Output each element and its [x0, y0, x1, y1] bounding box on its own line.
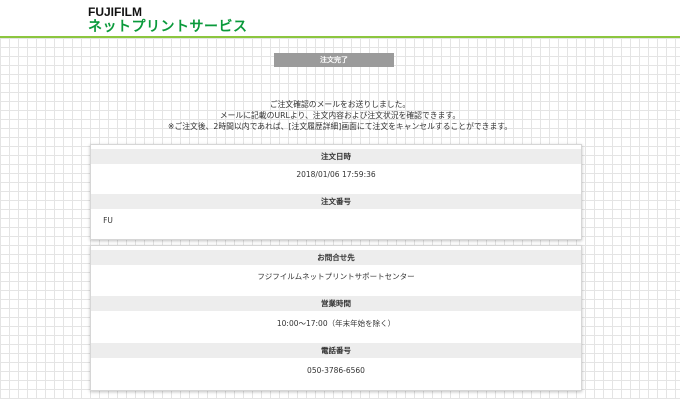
notice-line-3: ※ご注文後、2時間以内であれば、[注文履歴詳細]画面にて注文をキャンセルすること…	[167, 121, 513, 131]
order-number-label: 注文番号	[91, 194, 581, 209]
notice-line-1: ご注文確認のメールをお送りしました。	[269, 100, 411, 109]
business-hours-value: 10:00～17:00（年末年始を除く）	[276, 319, 396, 328]
phone-label: 電話番号	[91, 343, 581, 358]
status-banner: 注文完了	[274, 53, 394, 67]
order-info-card: 注文日時 2018/01/06 17:59:36 注文番号 FU	[90, 144, 582, 240]
confirmation-notice: ご注文確認のメールをお送りしました。 メールに記載のURLより、注文内容および注…	[0, 100, 680, 132]
contact-label: お問合せ先	[91, 250, 581, 265]
contact-info-card: お問合せ先 フジフイルムネットプリントサポートセンター 営業時間 10:00～1…	[90, 245, 582, 391]
order-date-label: 注文日時	[91, 149, 581, 164]
contact-value: フジフイルムネットプリントサポートセンター	[257, 272, 415, 281]
site-header: FUJIFILM ネットプリントサービス	[0, 0, 680, 38]
notice-line-2: メールに記載のURLより、注文内容および注文状況を確認できます。	[219, 110, 461, 120]
service-logo[interactable]: ネットプリントサービス	[88, 16, 248, 36]
business-hours-label: 営業時間	[91, 296, 581, 311]
phone-value[interactable]: 050-3786-6560	[91, 366, 581, 376]
order-date-value: 2018/01/06 17:59:36	[296, 170, 376, 179]
order-number-value: FU	[103, 216, 113, 225]
